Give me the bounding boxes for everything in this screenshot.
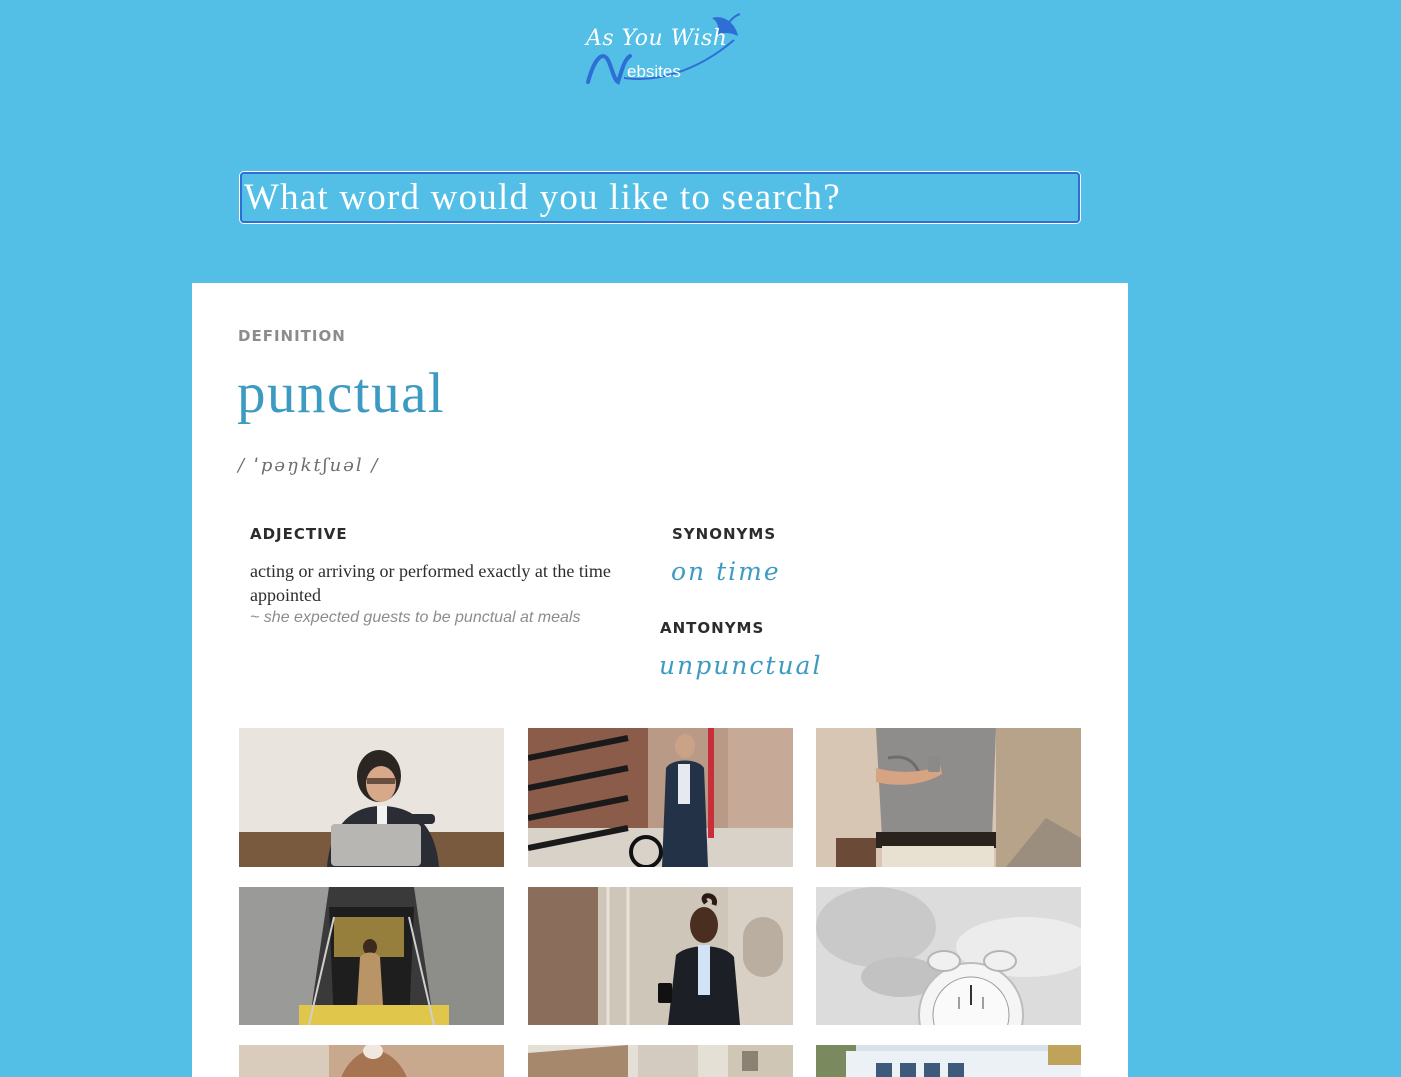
part-of-speech: ADJECTIVE: [250, 525, 348, 543]
word-title: punctual: [237, 362, 446, 425]
page: As You Wish ebsites DEFINITION punctual …: [0, 0, 1401, 1077]
man-with-bicycle-street-photo[interactable]: [528, 728, 793, 867]
definition-card: DEFINITION punctual / ˈpəŋktʃuəl / ADJEC…: [192, 283, 1128, 1077]
phonetic-text: / ˈpəŋktʃuəl /: [238, 455, 380, 476]
search-box: [240, 172, 1080, 223]
person-checking-watch-at-laptop-photo[interactable]: [239, 728, 504, 867]
man-checking-wristwatch-photo[interactable]: [816, 728, 1081, 867]
synonym-link[interactable]: on time: [671, 557, 781, 586]
search-input[interactable]: [242, 174, 1078, 221]
meaning-text: acting or arriving or performed exactly …: [250, 561, 611, 605]
synonyms-heading: SYNONYMS: [672, 525, 777, 543]
street-building-photo[interactable]: [528, 1045, 793, 1077]
man-with-phone-downtown-photo[interactable]: [528, 887, 793, 1025]
person-in-coat-photo[interactable]: [239, 1045, 504, 1077]
antonyms-heading: ANTONYMS: [660, 619, 765, 637]
example-text: ~ she expected guests to be punctual at …: [250, 609, 581, 626]
brand-logo[interactable]: As You Wish ebsites: [584, 10, 744, 90]
antonym-link[interactable]: unpunctual: [659, 651, 822, 680]
logo-script-text: As You Wish: [586, 26, 728, 51]
logo-sub-text: ebsites: [627, 62, 681, 81]
man-on-escalator-photo[interactable]: [239, 887, 504, 1025]
alarm-clock-photo[interactable]: [816, 887, 1081, 1025]
definition-heading: DEFINITION: [238, 327, 346, 345]
delivery-van-photo[interactable]: [816, 1045, 1081, 1077]
